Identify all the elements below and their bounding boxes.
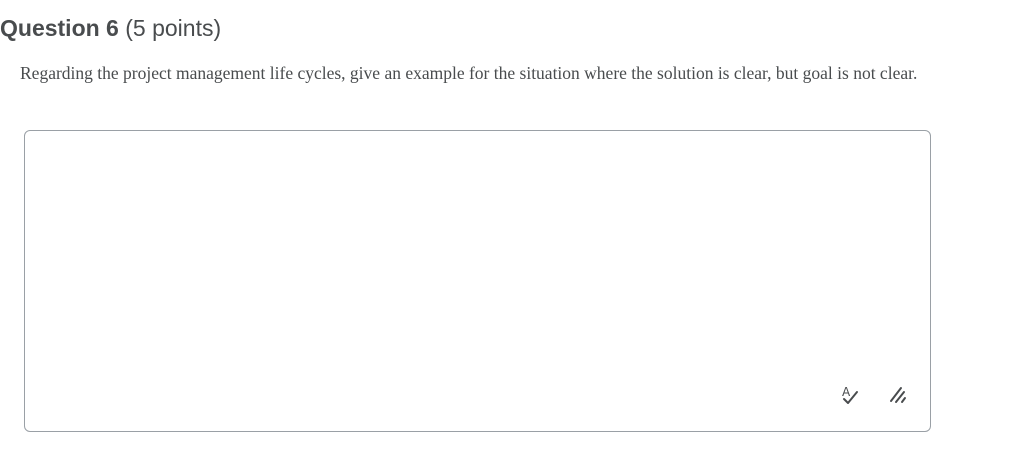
spellcheck-icon[interactable]: A (839, 383, 863, 407)
answer-textarea[interactable] (25, 131, 930, 431)
answer-box: A (24, 130, 931, 432)
question-points: (5 points) (125, 15, 222, 41)
question-header: Question 6 (5 points) (0, 13, 221, 43)
question-title: Question 6 (0, 15, 119, 41)
question-prompt: Regarding the project management life cy… (20, 63, 918, 83)
svg-text:A: A (842, 385, 851, 399)
resize-handle-icon[interactable] (885, 383, 909, 407)
